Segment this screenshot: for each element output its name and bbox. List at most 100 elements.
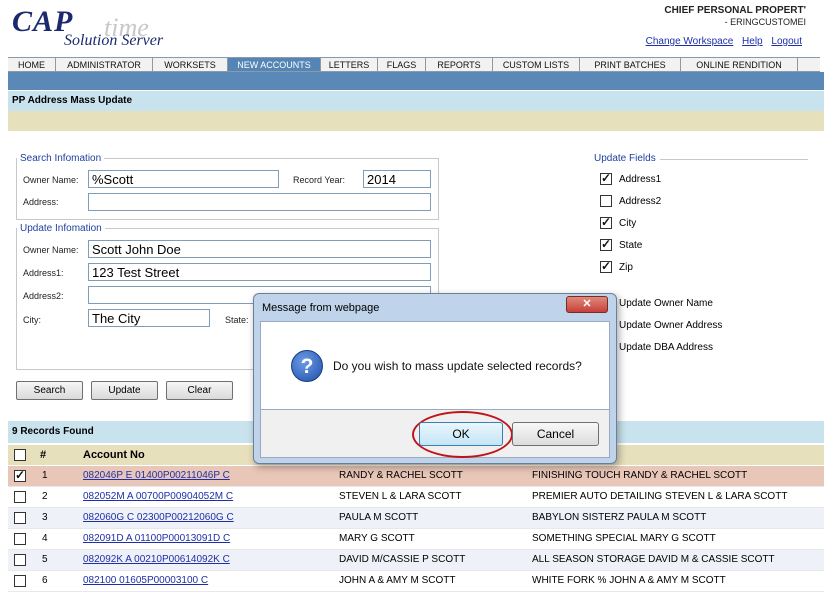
update-button[interactable]: Update	[91, 381, 158, 400]
dialog-message: Do you wish to mass update selected reco…	[333, 359, 582, 373]
owner-name: PAULA M SCOTT	[339, 512, 419, 523]
dba-name: WHITE FORK % JOHN A & AMY M SCOTT	[532, 575, 726, 586]
captime-logo: time CAP Solution Server	[12, 5, 252, 53]
main-nav: HOME ADMINISTRATOR WORKSETS NEW ACCOUNTS…	[8, 57, 820, 72]
row-num: 1	[42, 470, 48, 481]
dba-name: SOMETHING SPECIAL MARY G SCOTT	[532, 533, 716, 544]
address1-checkbox[interactable]	[600, 171, 612, 185]
update-field-zip[interactable]: Zip	[600, 259, 633, 273]
ok-button[interactable]: OK	[419, 422, 503, 446]
tan-bar	[8, 111, 824, 131]
header-subtitle: - ERINGCUSTOMEI	[724, 17, 806, 27]
table-row[interactable]: 2 082052M A 00700P00904052M C STEVEN L &…	[8, 487, 824, 508]
update-fields-divider	[660, 159, 808, 160]
address1-label: Address1:	[23, 268, 64, 278]
row-checkbox[interactable]	[14, 554, 26, 566]
update-owner-name-input[interactable]: Scott John Doe	[88, 240, 431, 258]
tab-letters[interactable]: LETTERS	[321, 58, 378, 71]
state-field-label: State	[619, 239, 643, 251]
logout-link[interactable]: Logout	[771, 36, 802, 47]
tab-reports[interactable]: REPORTS	[426, 58, 493, 71]
update-owner-name-label: Owner Name:	[23, 245, 79, 255]
row-num: 6	[42, 575, 48, 586]
state-checkbox[interactable]	[600, 237, 612, 251]
header-links: Change Workspace Help Logout	[640, 36, 802, 47]
row-num: 5	[42, 554, 48, 565]
search-address-input[interactable]	[88, 193, 431, 211]
city-field-label: City	[619, 217, 637, 229]
search-address-label: Address:	[23, 197, 59, 207]
table-row[interactable]: 3 082060G C 02300P00212060G C PAULA M SC…	[8, 508, 824, 529]
header-user-info: CHIEF PERSONAL PROPERT' - ERINGCUSTOMEI	[664, 5, 806, 27]
update-field-address1[interactable]: Address1	[600, 171, 662, 185]
account-link[interactable]: 082046P E 01400P00211046P C	[83, 470, 230, 481]
tab-online-rendition[interactable]: ONLINE RENDITION	[681, 58, 798, 71]
address1-input[interactable]: 123 Test Street	[88, 263, 431, 281]
dialog-body: ? Do you wish to mass update selected re…	[260, 321, 610, 410]
dba-name: BABYLON SISTERZ PAULA M SCOTT	[532, 512, 707, 523]
col-header-num: #	[40, 449, 47, 461]
question-icon: ?	[291, 350, 323, 382]
tab-worksets[interactable]: WORKSETS	[153, 58, 228, 71]
dialog-close-button[interactable]: ✕	[566, 296, 608, 313]
tab-print-batches[interactable]: PRINT BATCHES	[580, 58, 681, 71]
account-link[interactable]: 082100 01605P00003100 C	[83, 575, 208, 586]
row-checkbox[interactable]	[14, 533, 26, 545]
account-link[interactable]: 082060G C 02300P00212060G C	[83, 512, 234, 523]
row-checkbox[interactable]	[14, 575, 26, 587]
search-owner-name-label: Owner Name:	[23, 175, 79, 185]
dba-name: ALL SEASON STORAGE DAVID M & CASSIE SCOT…	[532, 554, 775, 565]
dialog-footer: OK Cancel	[260, 410, 610, 458]
cancel-button[interactable]: Cancel	[512, 422, 599, 446]
row-checkbox[interactable]	[14, 468, 26, 482]
update-dba-address-option[interactable]: Update DBA Address	[619, 342, 713, 353]
zip-checkbox[interactable]	[600, 259, 612, 273]
city-checkbox[interactable]	[600, 215, 612, 229]
address2-checkbox[interactable]	[600, 195, 612, 207]
row-checkbox[interactable]	[14, 512, 26, 524]
update-field-address2[interactable]: Address2	[600, 195, 661, 207]
address2-label: Address2:	[23, 291, 64, 301]
update-field-state[interactable]: State	[600, 237, 643, 251]
owner-name: DAVID M/CASSIE P SCOTT	[339, 554, 466, 565]
dba-name: FINISHING TOUCH RANDY & RACHEL SCOTT	[532, 470, 748, 481]
record-year-input[interactable]: 2014	[363, 170, 431, 188]
row-num: 3	[42, 512, 48, 523]
col-header-account: Account No	[83, 449, 145, 461]
owner-name: RANDY & RACHEL SCOTT	[339, 470, 463, 481]
tab-administrator[interactable]: ADMINISTRATOR	[56, 58, 153, 71]
account-link[interactable]: 082092K A 00210P00614092K C	[83, 554, 230, 565]
table-row[interactable]: 5 082092K A 00210P00614092K C DAVID M/CA…	[8, 550, 824, 571]
account-link[interactable]: 082091D A 01100P00013091D C	[83, 533, 230, 544]
change-workspace-link[interactable]: Change Workspace	[646, 36, 734, 47]
address1-field-label: Address1	[619, 173, 662, 185]
search-button[interactable]: Search	[16, 381, 83, 400]
table-row[interactable]: 6 082100 01605P00003100 C JOHN A & AMY M…	[8, 571, 824, 592]
logo-server-text: Solution Server	[64, 32, 164, 49]
tab-new-accounts[interactable]: NEW ACCOUNTS	[228, 58, 321, 71]
account-link[interactable]: 082052M A 00700P00904052M C	[83, 491, 233, 502]
tab-flags[interactable]: FLAGS	[378, 58, 426, 71]
table-row[interactable]: 1 082046P E 01400P00211046P C RANDY & RA…	[8, 466, 824, 487]
tab-custom-lists[interactable]: CUSTOM LISTS	[493, 58, 580, 71]
help-link[interactable]: Help	[742, 36, 763, 47]
row-checkbox[interactable]	[14, 491, 26, 503]
record-year-label: Record Year:	[293, 175, 346, 185]
select-all-checkbox[interactable]	[14, 449, 26, 461]
owner-name: MARY G SCOTT	[339, 533, 415, 544]
update-owner-address-option[interactable]: Update Owner Address	[619, 320, 722, 331]
zip-field-label: Zip	[619, 261, 633, 273]
clear-button[interactable]: Clear	[166, 381, 233, 400]
update-owner-name-option[interactable]: Update Owner Name	[619, 298, 713, 309]
tab-home[interactable]: HOME	[8, 58, 56, 71]
owner-name: STEVEN L & LARA SCOTT	[339, 491, 462, 502]
page-title: PP Address Mass Update	[8, 91, 824, 111]
dialog-title: Message from webpage	[262, 302, 380, 314]
owner-name: JOHN A & AMY M SCOTT	[339, 575, 456, 586]
update-field-city[interactable]: City	[600, 215, 637, 229]
city-input[interactable]: The City	[88, 309, 210, 327]
table-row[interactable]: 4 082091D A 01100P00013091D C MARY G SCO…	[8, 529, 824, 550]
dba-name: PREMIER AUTO DETAILING STEVEN L & LARA S…	[532, 491, 788, 502]
row-num: 4	[42, 533, 48, 544]
search-owner-name-input[interactable]: %Scott	[88, 170, 279, 188]
